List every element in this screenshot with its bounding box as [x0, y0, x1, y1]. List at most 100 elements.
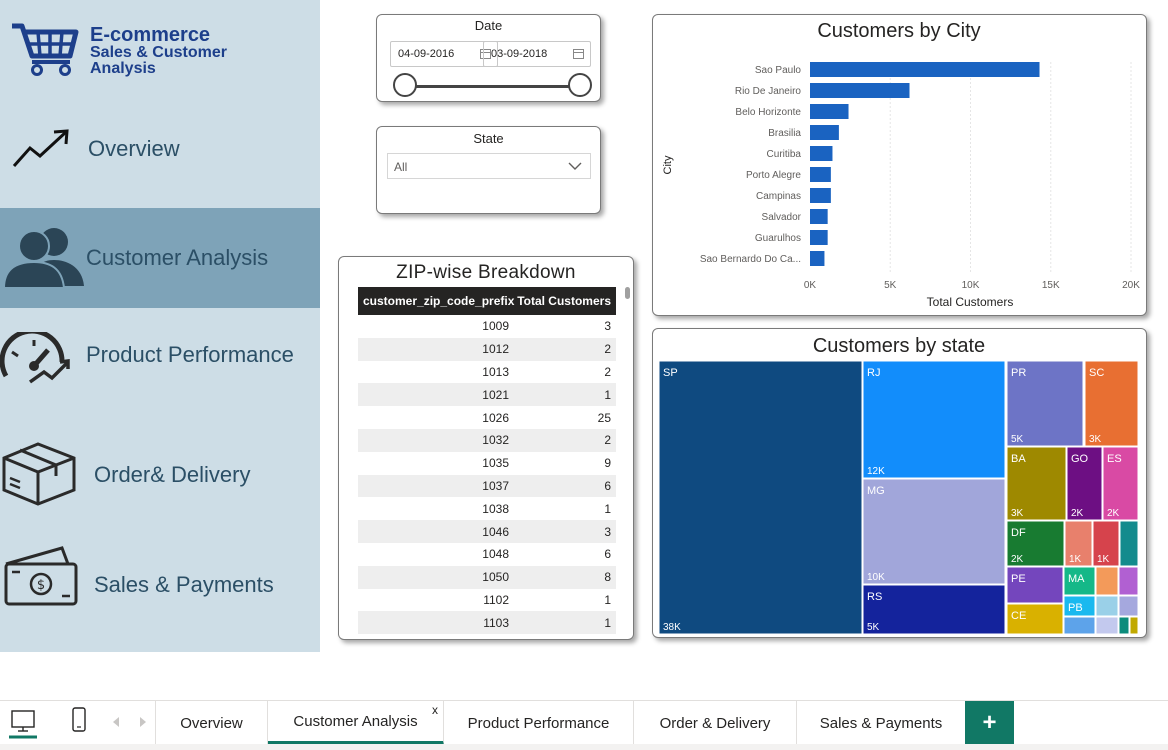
table-row[interactable]: 1012 2	[358, 337, 616, 361]
logo-text: E-commerce Sales & Customer Analysis	[90, 25, 227, 77]
zip-cell: 1048	[482, 547, 509, 562]
treemap-value-label: 5K	[867, 622, 880, 633]
calendar-icon[interactable]	[573, 49, 584, 59]
table-row[interactable]: 1038 1	[358, 497, 616, 521]
x-axis-label: Total Customers	[927, 295, 1014, 309]
start-date-input[interactable]: 04-09-2016	[390, 41, 498, 67]
tab-sales-payments[interactable]: Sales & Payments	[797, 701, 965, 745]
users-icon	[2, 228, 84, 288]
nav-item-sales-payments[interactable]: $ Sales & Payments	[0, 534, 320, 634]
x-tick-label: 5K	[884, 280, 897, 291]
treemap-cell-minor[interactable]	[1095, 616, 1119, 635]
treemap-cell-minor[interactable]	[1095, 595, 1119, 617]
zip-cell: 1021	[482, 387, 509, 402]
tab-label: Order & Delivery	[659, 714, 771, 732]
desktop-view-icon[interactable]	[9, 709, 37, 739]
treemap-cell-minor[interactable]	[1095, 566, 1119, 596]
customers-cell: 6	[604, 478, 611, 493]
table-row[interactable]: 1103 1	[358, 611, 616, 635]
city-bar[interactable]	[810, 209, 828, 224]
zip-cell: 1050	[482, 570, 509, 585]
table-row[interactable]: 1032 2	[358, 428, 616, 452]
y-tick-label: Rio De Janeiro	[735, 86, 802, 97]
city-bar[interactable]	[810, 62, 1040, 77]
date-slider-track[interactable]	[405, 85, 581, 88]
table-row[interactable]: 1048 6	[358, 542, 616, 566]
treemap-value-label: 1K	[1097, 554, 1110, 565]
customers-cell: 9	[604, 456, 611, 471]
nav-item-customer-analysis[interactable]: Customer Analysis	[0, 208, 320, 308]
treemap-state-label: ES	[1107, 453, 1122, 465]
city-bar[interactable]	[810, 104, 849, 119]
treemap-cell-minor[interactable]	[1118, 616, 1130, 635]
scroll-right-icon[interactable]	[138, 716, 148, 728]
zip-cell: 1026	[482, 410, 509, 425]
customers-cell: 1	[604, 592, 611, 607]
tab-product-performance[interactable]: Product Performance	[444, 701, 634, 745]
mobile-view-icon[interactable]	[70, 707, 88, 733]
table-row[interactable]: 1009 3	[358, 315, 616, 338]
treemap-state-label: GO	[1071, 453, 1089, 465]
city-bar[interactable]	[810, 188, 831, 203]
y-tick-label: Sao Bernardo Do Ca...	[700, 254, 801, 265]
treemap-value-label: 5K	[1011, 434, 1024, 445]
treemap-cell-minor[interactable]	[1118, 595, 1139, 617]
end-date-input[interactable]: 03-09-2018	[483, 41, 591, 67]
tab-overview[interactable]: Overview	[156, 701, 268, 745]
tab-label: Sales & Payments	[819, 714, 943, 732]
close-tab-icon[interactable]: x	[432, 703, 438, 717]
treemap-cell[interactable]	[658, 360, 863, 635]
treemap-state-label: CE	[1011, 610, 1026, 622]
treemap-value-label: 3K	[1011, 508, 1024, 519]
nav-item-overview[interactable]: Overview	[0, 98, 320, 198]
treemap-cell-minor[interactable]	[1118, 566, 1139, 596]
state-slicer: State All	[376, 126, 601, 214]
table-scrollbar[interactable]	[625, 287, 630, 299]
tab-customer-analysis[interactable]: Customer Analysis x	[268, 701, 444, 745]
city-bar[interactable]	[810, 167, 831, 182]
table-row[interactable]: 1026 25	[358, 406, 616, 429]
table-body: 1009 3 1012 2 1013 2 1021 1 1026 25 1032 2 1035 9 1037…	[358, 315, 616, 635]
page-tab-bar: Overview Customer Analysis x Product Per…	[0, 700, 1168, 750]
zip-table-card: ZIP-wise Breakdown customer_zip_code_pre…	[338, 256, 634, 640]
table-row[interactable]: 1021 1	[358, 383, 616, 407]
city-bar[interactable]	[810, 125, 839, 140]
status-strip	[0, 744, 1168, 750]
table-row[interactable]: 1050 8	[358, 565, 616, 589]
date-slider-end-handle[interactable]	[568, 73, 592, 97]
tab-order-delivery[interactable]: Order & Delivery	[634, 701, 797, 745]
city-bar[interactable]	[810, 83, 910, 98]
table-row[interactable]: 1037 6	[358, 474, 616, 498]
city-bar[interactable]	[810, 146, 833, 161]
end-date-value: 03-09-2018	[491, 48, 548, 60]
date-slider-start-handle[interactable]	[393, 73, 417, 97]
nav-item-product-performance[interactable]: Product Performance	[0, 306, 320, 406]
start-date-value: 04-09-2016	[398, 48, 455, 60]
add-page-button[interactable]: +	[965, 701, 1014, 745]
treemap-cell-minor[interactable]	[1119, 520, 1139, 567]
zip-table-title: ZIP-wise Breakdown	[396, 262, 576, 283]
treemap-value-label: 12K	[867, 466, 885, 477]
column-header-zip[interactable]: customer_zip_code_prefix	[358, 294, 514, 308]
city-bar[interactable]	[810, 251, 825, 266]
scroll-left-icon[interactable]	[111, 716, 121, 728]
treemap-cell[interactable]	[862, 584, 1006, 635]
table-row[interactable]: 1013 2	[358, 360, 616, 384]
table-row[interactable]: 1035 9	[358, 451, 616, 475]
table-row[interactable]: 1102 1	[358, 588, 616, 612]
city-bar[interactable]	[810, 230, 828, 245]
nav-label: Order& Delivery	[94, 462, 251, 487]
treemap-cell-minor[interactable]	[1129, 616, 1139, 635]
nav-item-order-delivery[interactable]: Order& Delivery	[0, 424, 320, 524]
treemap-cell[interactable]	[862, 360, 1006, 479]
column-header-customers[interactable]: Total Customers	[514, 294, 616, 308]
y-tick-label: Curitiba	[767, 149, 802, 160]
treemap-cell-minor[interactable]	[1063, 616, 1096, 635]
trend-up-icon	[12, 129, 69, 167]
state-dropdown[interactable]: All	[387, 153, 591, 179]
x-tick-label: 20K	[1122, 280, 1140, 291]
y-tick-label: Belo Horizonte	[735, 107, 801, 118]
table-row[interactable]: 1046 3	[358, 520, 616, 543]
logo: E-commerce Sales & Customer Analysis	[10, 18, 310, 80]
nav-label: Customer Analysis	[86, 245, 269, 270]
